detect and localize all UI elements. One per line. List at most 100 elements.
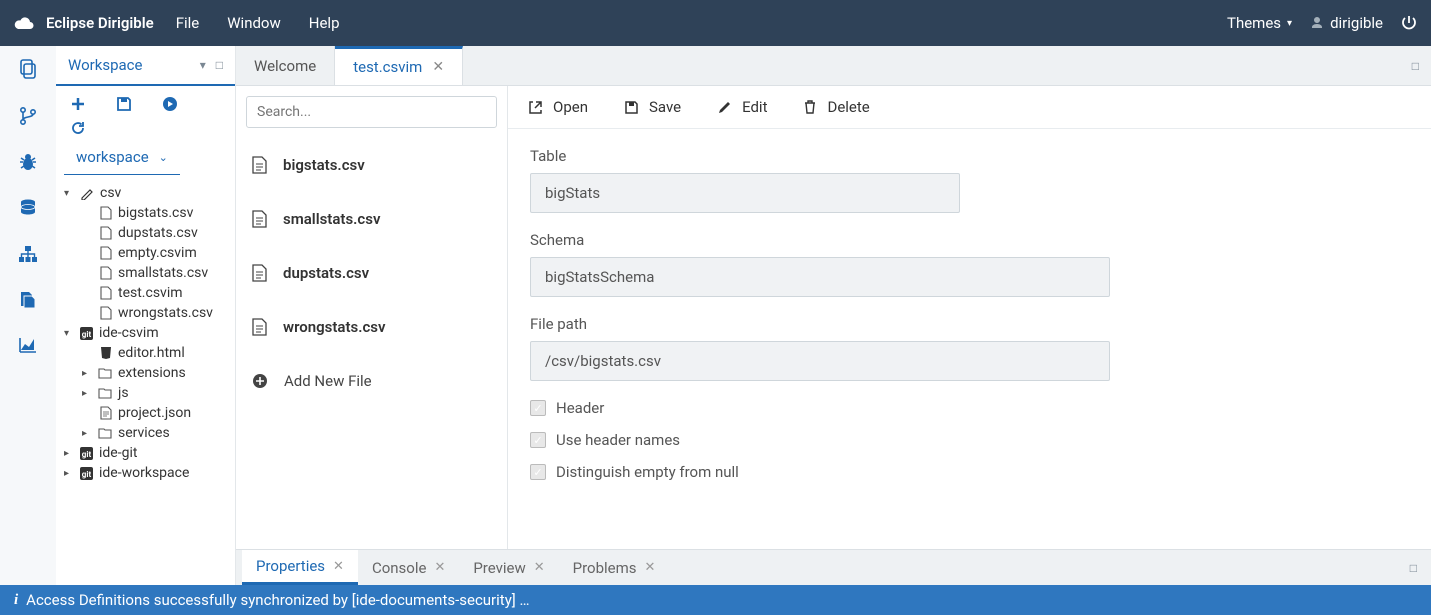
tab-console[interactable]: Console✕ bbox=[358, 550, 459, 585]
tree-folder-csv[interactable]: ▾csv bbox=[60, 183, 231, 203]
tree-label: csv bbox=[100, 185, 121, 201]
edit-button[interactable]: Edit bbox=[717, 98, 767, 116]
tab-properties[interactable]: Properties✕ bbox=[242, 550, 358, 585]
tree-label: ide-workspace bbox=[99, 465, 189, 481]
close-icon[interactable]: ✕ bbox=[333, 559, 344, 574]
tree-folder[interactable]: ▸services bbox=[60, 423, 231, 443]
tree-file[interactable]: wrongstats.csv bbox=[60, 303, 231, 323]
tab-problems[interactable]: Problems ✕ bbox=[559, 550, 670, 585]
checkbox-icon: ✓ bbox=[530, 400, 546, 416]
database-icon[interactable] bbox=[18, 198, 38, 218]
tab-label: Welcome bbox=[254, 57, 316, 75]
table-input[interactable] bbox=[530, 173, 960, 213]
tab-test-csvim[interactable]: test.csvim✕ bbox=[335, 46, 463, 85]
file-icon bbox=[100, 406, 112, 420]
tree-label: dupstats.csv bbox=[118, 225, 198, 241]
use-header-names-checkbox-row[interactable]: ✓Use header names bbox=[530, 431, 1409, 449]
file-icon bbox=[100, 286, 112, 300]
refresh-icon[interactable] bbox=[56, 116, 235, 142]
tree-file[interactable]: editor.html bbox=[60, 343, 231, 363]
top-menubar: Eclipse Dirigible File Window Help Theme… bbox=[0, 0, 1431, 46]
pencil-icon bbox=[717, 100, 732, 115]
file-icon bbox=[100, 306, 112, 320]
save-icon[interactable] bbox=[116, 96, 132, 112]
user-icon bbox=[1310, 16, 1324, 30]
copy-icon[interactable] bbox=[17, 58, 39, 80]
panel-menu-icon[interactable]: ▾ bbox=[200, 58, 206, 72]
sitemap-icon[interactable] bbox=[18, 244, 38, 264]
maximize-icon[interactable]: □ bbox=[1410, 561, 1417, 575]
save-button[interactable]: Save bbox=[624, 98, 681, 116]
tree-file[interactable]: bigstats.csv bbox=[60, 203, 231, 223]
new-icon[interactable] bbox=[70, 96, 86, 112]
schema-input[interactable] bbox=[530, 257, 1110, 297]
distinguish-empty-checkbox-row[interactable]: ✓Distinguish empty from null bbox=[530, 463, 1409, 481]
tree-label: services bbox=[118, 425, 170, 441]
activity-bar bbox=[0, 46, 56, 585]
file-icon bbox=[100, 266, 112, 280]
tree-file[interactable]: dupstats.csv bbox=[60, 223, 231, 243]
csvim-file-entry[interactable]: dupstats.csv bbox=[236, 246, 507, 300]
csvim-file-entry[interactable]: bigstats.csv bbox=[236, 138, 507, 192]
tree-label: smallstats.csv bbox=[118, 265, 208, 281]
tree-label: ide-csvim bbox=[99, 325, 159, 341]
csvim-file-entry[interactable]: wrongstats.csv bbox=[236, 300, 507, 354]
tab-preview[interactable]: Preview ✕ bbox=[459, 550, 558, 585]
menu-help[interactable]: Help bbox=[309, 14, 340, 32]
close-icon[interactable]: ✕ bbox=[645, 560, 656, 575]
header-checkbox-row[interactable]: ✓Header bbox=[530, 399, 1409, 417]
tab-label: Problems bbox=[573, 559, 637, 577]
close-icon[interactable]: ✕ bbox=[434, 560, 445, 575]
search-input[interactable] bbox=[246, 96, 497, 128]
add-new-label: Add New File bbox=[284, 372, 372, 390]
file-name: bigstats.csv bbox=[283, 156, 365, 174]
tree-label: bigstats.csv bbox=[118, 205, 193, 221]
tree-label: wrongstats.csv bbox=[118, 305, 213, 321]
file-icon bbox=[100, 246, 112, 260]
csvim-file-entry[interactable]: smallstats.csv bbox=[236, 192, 507, 246]
delete-button[interactable]: Delete bbox=[803, 98, 869, 116]
open-button[interactable]: Open bbox=[528, 98, 588, 116]
folder-icon bbox=[98, 387, 112, 399]
svg-text:git: git bbox=[82, 470, 92, 479]
menu-file[interactable]: File bbox=[176, 14, 200, 32]
tree-folder-ide-workspace[interactable]: ▸gitide-workspace bbox=[60, 463, 231, 483]
workspace-selector[interactable]: workspace ⌄ bbox=[64, 142, 180, 175]
checkbox-label: Use header names bbox=[556, 431, 680, 449]
bug-icon[interactable] bbox=[18, 152, 38, 172]
bottom-tabs: Properties✕ Console✕ Preview✕ Problems✕ … bbox=[236, 549, 1431, 585]
menu-window[interactable]: Window bbox=[227, 14, 281, 32]
power-button[interactable] bbox=[1401, 15, 1417, 31]
app-brand: Eclipse Dirigible bbox=[46, 14, 154, 32]
tree-file[interactable]: test.csvim bbox=[60, 283, 231, 303]
user-menu[interactable]: dirigible bbox=[1310, 14, 1383, 32]
play-icon[interactable] bbox=[162, 96, 178, 112]
close-icon[interactable]: ✕ bbox=[534, 560, 545, 575]
branch-icon[interactable] bbox=[18, 106, 38, 126]
filepath-input[interactable] bbox=[530, 341, 1110, 381]
themes-dropdown[interactable]: Themes ▾ bbox=[1227, 14, 1292, 32]
csvim-file-list-panel: bigstats.csv smallstats.csv dupstats.csv… bbox=[236, 86, 508, 549]
panel-maximize-icon[interactable]: □ bbox=[216, 58, 223, 72]
close-icon[interactable]: ✕ bbox=[432, 59, 444, 75]
tree-file[interactable]: project.json bbox=[60, 403, 231, 423]
external-link-icon bbox=[528, 100, 543, 115]
info-icon: i bbox=[14, 592, 18, 609]
tree-file[interactable]: smallstats.csv bbox=[60, 263, 231, 283]
tree-label: editor.html bbox=[118, 345, 185, 361]
save-icon bbox=[624, 100, 639, 115]
tree-folder-ide-git[interactable]: ▸gitide-git bbox=[60, 443, 231, 463]
file-icon bbox=[100, 226, 112, 240]
maximize-icon[interactable]: □ bbox=[1412, 59, 1419, 73]
tree-folder[interactable]: ▸extensions bbox=[60, 363, 231, 383]
tree-folder-ide-csvim[interactable]: ▾gitide-csvim bbox=[60, 323, 231, 343]
tree-folder[interactable]: ▸js bbox=[60, 383, 231, 403]
tab-label: Preview bbox=[473, 559, 525, 577]
add-new-file[interactable]: Add New File bbox=[236, 354, 507, 408]
chart-icon[interactable] bbox=[18, 336, 38, 356]
tab-welcome[interactable]: Welcome bbox=[236, 46, 335, 85]
status-message: Access Definitions successfully synchron… bbox=[26, 591, 529, 609]
tree-file[interactable]: empty.csvim bbox=[60, 243, 231, 263]
button-label: Edit bbox=[742, 98, 767, 116]
documents-icon[interactable] bbox=[18, 290, 38, 310]
